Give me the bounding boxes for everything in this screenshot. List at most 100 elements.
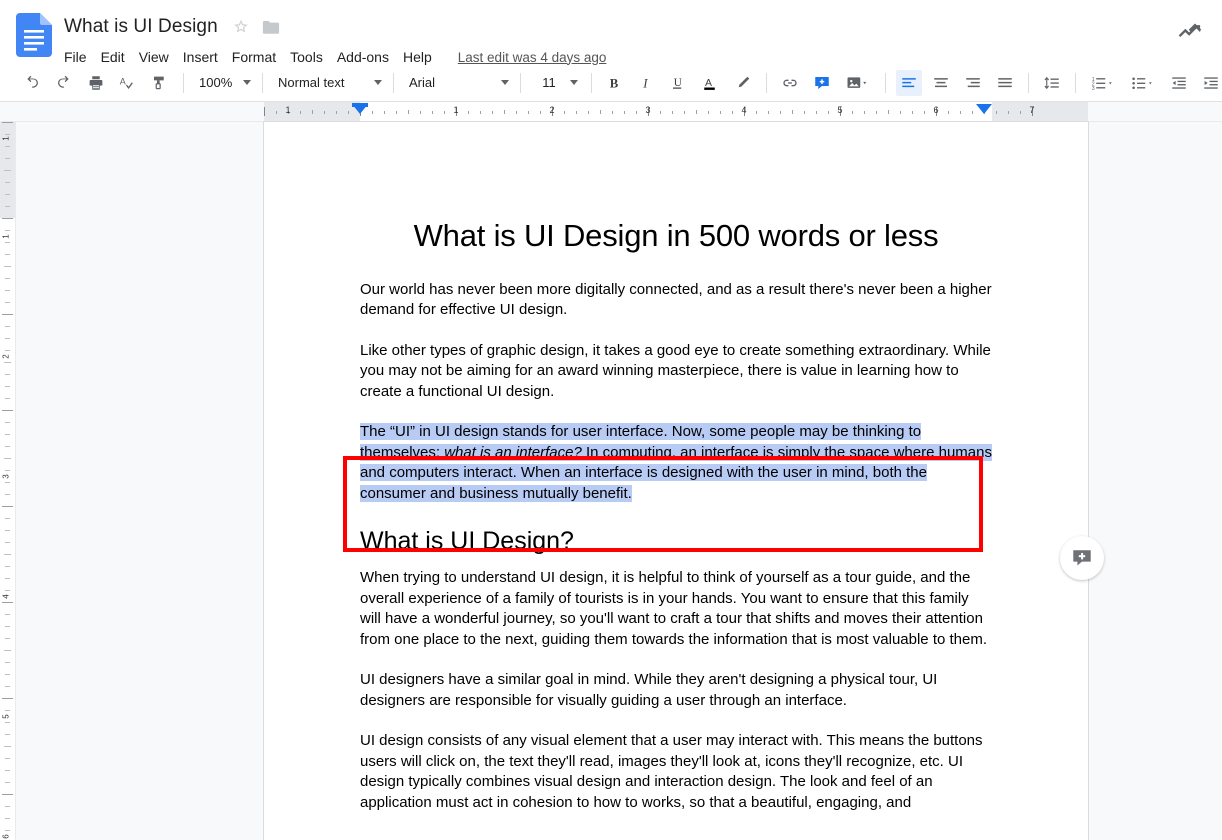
chevron-down-icon [243,80,251,85]
ruler-tick [624,111,625,114]
menu-item-tools[interactable]: Tools [290,47,331,67]
ruler-right-margin [992,102,1088,122]
vruler-tick [5,578,10,579]
ruler-tick [780,111,781,114]
print-icon[interactable] [83,70,109,96]
font-family-value: Arial [409,75,436,90]
svg-text:A: A [705,77,712,89]
add-comment-icon[interactable] [809,70,835,96]
line-spacing-icon[interactable] [1039,70,1065,96]
redo-icon[interactable] [51,70,77,96]
align-justify-icon[interactable] [992,70,1018,96]
align-center-icon[interactable] [928,70,954,96]
vruler-tick [5,662,10,663]
vruler-tick [4,554,11,555]
right-indent-marker[interactable] [976,104,992,114]
last-edit-status[interactable]: Last edit was 4 days ago [458,50,607,65]
paint-format-icon[interactable] [147,70,173,96]
vertical-ruler[interactable]: 1 1 2 3 4 5 6 [0,122,16,840]
spellcheck-icon[interactable]: A [115,70,141,96]
toolbar-divider [1075,72,1076,93]
increase-indent-icon[interactable] [1198,70,1222,96]
menu-item-file[interactable]: File [64,47,95,67]
vruler-tick [5,158,10,159]
toolbar-divider [520,72,521,93]
vruler-number: 5 [1,714,11,719]
ruler-tick [336,111,337,114]
menu-item-view[interactable]: View [139,47,177,67]
ruler-tick [636,111,637,114]
ruler-tick [396,111,397,114]
menu-item-edit[interactable]: Edit [101,47,133,67]
selected-paragraph[interactable]: The “UI” in UI design stands for user in… [360,422,992,504]
vruler-number: 1 [1,136,11,141]
ruler-track [264,102,1088,122]
document-content[interactable]: What is UI Design in 500 words or less O… [264,122,1088,813]
document-title[interactable]: What is UI Design [64,16,218,38]
folder-icon[interactable] [262,19,280,35]
font-size-select[interactable]: 11 [528,70,584,96]
ruler-tick [300,111,301,114]
underline-button[interactable]: U [666,70,692,96]
trending-up-icon[interactable] [1176,16,1206,46]
menu-item-addons[interactable]: Add-ons [337,47,397,67]
menu-item-insert[interactable]: Insert [183,47,226,67]
ruler-tick [816,111,817,114]
ruler-tick [852,111,853,114]
svg-text:A: A [120,76,126,86]
ruler-number: 2 [549,105,555,115]
ruler-tick [408,110,409,114]
google-docs-logo[interactable] [16,13,52,57]
vruler-tick [2,314,13,315]
title-row: What is UI Design [64,12,606,42]
text-color-button[interactable]: A [698,70,724,96]
add-comment-fab[interactable] [1060,536,1104,580]
menu-bar: File Edit View Insert Format Tools Add-o… [64,44,606,70]
insert-link-icon[interactable] [777,70,803,96]
vruler-tick [2,698,13,699]
vruler-tick [4,170,11,171]
ruler-tick [348,111,349,114]
paragraph-1: Our world has never been more digitally … [360,280,992,319]
vruler-tick [5,446,10,447]
paragraph-5: UI design consists of any visual element… [360,732,983,811]
align-right-icon[interactable] [960,70,986,96]
align-left-icon[interactable] [896,69,922,96]
italic-button[interactable]: I [634,70,660,96]
star-outline-icon[interactable] [232,18,250,36]
left-indent-marker[interactable] [352,104,368,114]
horizontal-ruler[interactable]: 1 1 2 3 4 5 6 7 [0,102,1222,122]
menu-item-help[interactable]: Help [403,47,440,67]
menu-item-format[interactable]: Format [232,47,284,67]
insert-image-button[interactable] [841,70,875,96]
vruler-tick [5,290,10,291]
highlight-pen-icon[interactable] [730,70,756,96]
bulleted-list-button[interactable] [1126,70,1160,96]
vruler-tick [5,674,10,675]
ruler-number: 4 [741,105,747,115]
ruler-tick [768,111,769,114]
font-family-select[interactable]: Arial [401,70,513,96]
vruler-tick [5,686,10,687]
numbered-list-button[interactable]: 1 2 3 [1086,70,1120,96]
vruler-tick [5,542,10,543]
paragraph-3: When trying to understand UI design, it … [360,569,988,648]
decrease-indent-icon[interactable] [1166,70,1192,96]
ruler-tick [540,111,541,114]
vruler-tick [5,326,10,327]
paragraph-style-select[interactable]: Normal text [270,70,386,96]
ruler-tick [960,111,961,114]
vruler-number: 1 [1,234,11,239]
document-page[interactable]: What is UI Design in 500 words or less O… [264,122,1088,840]
zoom-select[interactable]: 100% [191,70,255,96]
vruler-number: 4 [1,594,11,599]
undo-icon[interactable] [19,70,45,96]
ruler-tick [324,111,325,114]
ruler-tick [492,111,493,114]
vruler-tick [4,266,11,267]
vruler-number: 3 [1,474,11,479]
bold-button[interactable]: B [602,70,628,96]
ruler-tick [276,111,277,114]
ruler-tick [912,111,913,114]
ruler-tick [384,111,385,114]
